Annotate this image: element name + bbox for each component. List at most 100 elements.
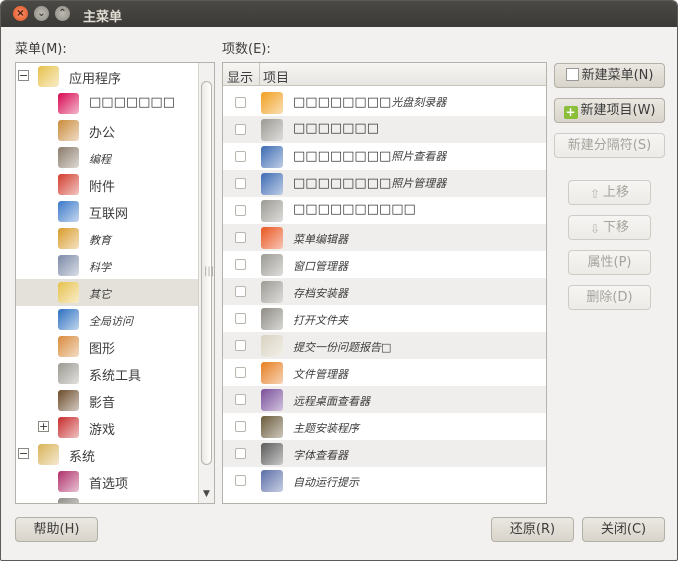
collapse-icon[interactable]: − bbox=[18, 70, 29, 81]
item-name: □□□□□□□□ bbox=[293, 149, 392, 164]
tree-item-label: 其它 bbox=[89, 288, 111, 301]
help-button[interactable]: 帮助(H) bbox=[15, 517, 98, 542]
show-checkbox[interactable] bbox=[235, 421, 246, 432]
menu-tree-scrollbar[interactable]: ▼ bbox=[198, 63, 214, 503]
items-list[interactable]: 显示 项目 □□□□□□□□光盘刻录器 □□□□□□□ □□□□□□□□照片查看器 □… bbox=[222, 62, 547, 504]
font-viewer-icon bbox=[261, 443, 283, 465]
scroll-down-arrow-icon[interactable]: ▼ bbox=[203, 489, 210, 499]
tree-item[interactable]: 系统工具 bbox=[16, 360, 198, 387]
items-label: 项数(E): bbox=[222, 42, 271, 57]
new-separator-button[interactable]: 新建分隔符(S) bbox=[554, 133, 665, 158]
item-row[interactable]: □□□□□□□□照片查看器 bbox=[223, 143, 546, 170]
item-row[interactable]: □□□□□□□ bbox=[223, 116, 546, 143]
new-menu-button[interactable]: 新建菜单(N) bbox=[554, 63, 665, 88]
item-row[interactable]: 远程桌面查看器 bbox=[223, 386, 546, 413]
item-row[interactable]: 菜单编辑器 bbox=[223, 224, 546, 251]
item-name-suffix: 光盘刻录器 bbox=[391, 96, 447, 109]
item-name-suffix: 照片管理器 bbox=[391, 177, 447, 190]
applications-icon bbox=[38, 66, 59, 87]
show-checkbox[interactable] bbox=[235, 286, 246, 297]
tree-item[interactable]: 全局访问 bbox=[16, 306, 198, 333]
tree-item[interactable]: + 游戏 bbox=[16, 414, 198, 441]
tree-item-label: 科学 bbox=[89, 261, 111, 274]
move-down-label: 下移 bbox=[603, 220, 630, 235]
tree-item[interactable]: 科学 bbox=[16, 252, 198, 279]
item-row[interactable]: 打开文件夹 bbox=[223, 305, 546, 332]
show-checkbox[interactable] bbox=[235, 313, 246, 324]
move-up-button[interactable]: ⇧ 上移 bbox=[568, 180, 651, 205]
show-checkbox[interactable] bbox=[235, 178, 246, 189]
show-checkbox[interactable] bbox=[235, 232, 246, 243]
tree-item[interactable]: □□□□□□□ bbox=[16, 90, 198, 117]
pane-resize-grip-icon[interactable]: ||| bbox=[204, 266, 214, 277]
other-icon bbox=[58, 282, 79, 303]
show-checkbox[interactable] bbox=[235, 124, 246, 135]
unknown-app-icon bbox=[261, 119, 283, 141]
tree-item[interactable]: − 系统 bbox=[16, 441, 198, 468]
item-row[interactable]: □□□□□□□□光盘刻录器 bbox=[223, 89, 546, 116]
maximize-window-button[interactable]: ⌃ bbox=[55, 6, 70, 21]
move-down-button[interactable]: ⇩ 下移 bbox=[568, 215, 651, 240]
close-button[interactable]: 关闭(C) bbox=[582, 517, 665, 542]
show-checkbox[interactable] bbox=[235, 205, 246, 216]
item-row[interactable]: 窗口管理器 bbox=[223, 251, 546, 278]
file-manager-icon bbox=[261, 362, 283, 384]
item-name: 文件管理器 bbox=[293, 368, 348, 381]
item-name: 提交一份问题报告□ bbox=[293, 341, 392, 354]
window-title: 主菜单 bbox=[83, 10, 123, 25]
tree-item[interactable]: 图形 bbox=[16, 333, 198, 360]
tree-item[interactable] bbox=[16, 495, 198, 503]
unknown-app-icon bbox=[261, 200, 283, 222]
tree-item[interactable]: 影音 bbox=[16, 387, 198, 414]
column-divider bbox=[259, 63, 260, 85]
show-checkbox[interactable] bbox=[235, 151, 246, 162]
item-label: 远程桌面查看器 bbox=[293, 393, 370, 409]
show-checkbox[interactable] bbox=[235, 394, 246, 405]
office-icon bbox=[58, 120, 79, 141]
item-label: 自动运行提示 bbox=[293, 474, 359, 490]
show-checkbox[interactable] bbox=[235, 475, 246, 486]
column-item[interactable]: 项目 bbox=[263, 67, 289, 86]
tree-item[interactable]: − 应用程序 bbox=[16, 63, 198, 90]
item-row[interactable]: 文件管理器 bbox=[223, 359, 546, 386]
item-row[interactable]: 自动运行提示 bbox=[223, 467, 546, 494]
item-row[interactable]: 字体查看器 bbox=[223, 440, 546, 467]
show-checkbox[interactable] bbox=[235, 340, 246, 351]
folder-icon bbox=[261, 308, 283, 330]
show-checkbox[interactable] bbox=[235, 367, 246, 378]
expand-icon[interactable]: + bbox=[38, 421, 49, 432]
show-checkbox[interactable] bbox=[235, 259, 246, 270]
revert-button[interactable]: 还原(R) bbox=[491, 517, 574, 542]
tree-item-label: 办公 bbox=[89, 126, 116, 141]
tree-item[interactable]: 首选项 bbox=[16, 468, 198, 495]
item-row[interactable]: 存档安装器 bbox=[223, 278, 546, 305]
tree-item[interactable]: 教育 bbox=[16, 225, 198, 252]
item-row[interactable]: □□□□□□□□□□ bbox=[223, 197, 546, 224]
menu-tree[interactable]: − 应用程序 □□□□□□□ 办公 编程 附件 互联网 教育 科学 其它 全局访问 图形 系统工具 影音 +… bbox=[15, 62, 215, 504]
column-show[interactable]: 显示 bbox=[227, 67, 253, 86]
administration-icon bbox=[58, 498, 79, 503]
item-row[interactable]: 主题安装程序 bbox=[223, 413, 546, 440]
preferences-icon bbox=[58, 471, 79, 492]
tree-item[interactable]: 其它 bbox=[16, 279, 198, 306]
show-checkbox[interactable] bbox=[235, 448, 246, 459]
properties-button[interactable]: 属性(P) bbox=[568, 250, 651, 275]
item-name: 字体查看器 bbox=[293, 449, 348, 462]
tree-item[interactable]: 办公 bbox=[16, 117, 198, 144]
photo-manager-icon bbox=[261, 173, 283, 195]
graphics-icon bbox=[58, 336, 79, 357]
system-icon bbox=[38, 444, 59, 465]
item-row[interactable]: □□□□□□□□照片管理器 bbox=[223, 170, 546, 197]
tree-item[interactable]: 编程 bbox=[16, 144, 198, 171]
item-name: 存档安装器 bbox=[293, 287, 348, 300]
tree-item-label: 系统工具 bbox=[89, 369, 142, 384]
new-item-button[interactable]: + 新建项目(W) bbox=[554, 98, 665, 123]
show-checkbox[interactable] bbox=[235, 97, 246, 108]
minimize-window-button[interactable]: ⌄ bbox=[34, 6, 49, 21]
item-row[interactable]: 提交一份问题报告□ bbox=[223, 332, 546, 359]
tree-item[interactable]: 附件 bbox=[16, 171, 198, 198]
tree-item[interactable]: 互联网 bbox=[16, 198, 198, 225]
collapse-icon[interactable]: − bbox=[18, 448, 29, 459]
delete-button[interactable]: 删除(D) bbox=[568, 285, 651, 310]
close-window-button[interactable]: × bbox=[13, 6, 28, 21]
